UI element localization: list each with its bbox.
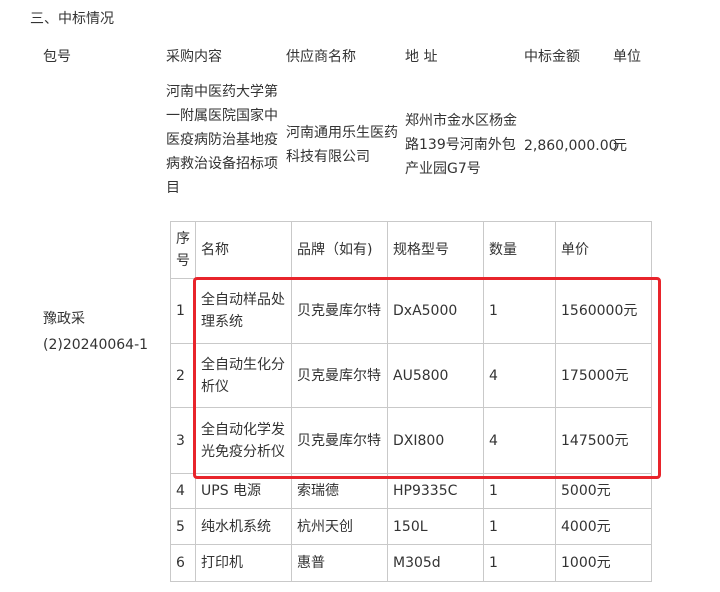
table-row: 2 全自动生化分 析仪 贝克曼库尔特 AU5800 4 175000元 [170,343,652,408]
table-row: 6 打印机 惠普 M305d 1 1000元 [170,544,652,582]
row-price: 147500元 [555,407,652,474]
row-quantity: 1 [483,278,556,344]
col-header-price: 单价 [555,221,652,279]
row-name: 纯水机系统 [195,508,292,545]
header-content: 采购内容 [166,49,222,65]
row-brand: 贝克曼库尔特 [291,278,388,344]
row-name: 全自动化学发 光免疫分析仪 [195,407,292,474]
award-content: 河南中医药大学第 一附属医院国家中 医疫病防治基地疫 病救治设备招标项 目 [166,84,278,196]
row-price: 1560000元 [555,278,652,344]
table-row: 1 全自动样品处 理系统 贝克曼库尔特 DxA5000 1 1560000元 [170,278,652,344]
row-quantity: 1 [483,473,556,509]
row-quantity: 4 [483,343,556,408]
row-brand: 索瑞德 [291,473,388,509]
row-quantity: 1 [483,508,556,545]
row-model: 150L [387,508,484,545]
row-name: 全自动样品处 理系统 [195,278,292,344]
row-model: HP9335C [387,473,484,509]
col-header-brand: 品牌（如有) [291,221,388,279]
row-name: UPS 电源 [195,473,292,509]
award-address: 郑州市金水区杨金 路139号河南外包 产业园G7号 [405,113,517,177]
row-index: 5 [170,508,196,545]
col-header-model: 规格型号 [387,221,484,279]
row-model: AU5800 [387,343,484,408]
row-quantity: 4 [483,407,556,474]
items-header-row: 序 号 名称 品牌（如有) 规格型号 数量 单价 [170,221,652,279]
award-supplier: 河南通用乐生医药 科技有限公司 [286,125,398,165]
row-brand: 贝克曼库尔特 [291,407,388,474]
award-unit: 元 [613,138,627,154]
row-brand: 贝克曼库尔特 [291,343,388,408]
row-index: 2 [170,343,196,408]
row-price: 4000元 [555,508,652,545]
row-index: 1 [170,278,196,344]
row-model: M305d [387,544,484,582]
header-supplier: 供应商名称 [286,49,356,65]
row-index: 4 [170,473,196,509]
table-row: 3 全自动化学发 光免疫分析仪 贝克曼库尔特 DXI800 4 147500元 [170,407,652,474]
col-header-index: 序 号 [170,221,196,279]
table-row: 5 纯水机系统 杭州天创 150L 1 4000元 [170,508,652,545]
col-header-name: 名称 [195,221,292,279]
award-package-no: 豫政采 (2)20240064-1 [43,311,149,353]
row-name: 全自动生化分 析仪 [195,343,292,408]
header-package: 包号 [43,49,71,65]
header-amount: 中标金额 [524,49,580,65]
col-header-quantity: 数量 [483,221,556,279]
row-price: 175000元 [555,343,652,408]
row-model: DxA5000 [387,278,484,344]
row-brand: 惠普 [291,544,388,582]
row-index: 3 [170,407,196,474]
row-price: 1000元 [555,544,652,582]
row-price: 5000元 [555,473,652,509]
row-model: DXI800 [387,407,484,474]
row-quantity: 1 [483,544,556,582]
header-address: 地 址 [405,49,438,65]
row-name: 打印机 [195,544,292,582]
award-amount: 2,860,000.00 [524,138,618,154]
section-title: 三、中标情况 [30,11,114,27]
row-index: 6 [170,544,196,582]
items-table: 序 号 名称 品牌（如有) 规格型号 数量 单价 1 全自动样品处 理系统 贝克… [170,221,652,582]
table-row: 4 UPS 电源 索瑞德 HP9335C 1 5000元 [170,473,652,509]
header-unit: 单位 [613,49,641,65]
row-brand: 杭州天创 [291,508,388,545]
